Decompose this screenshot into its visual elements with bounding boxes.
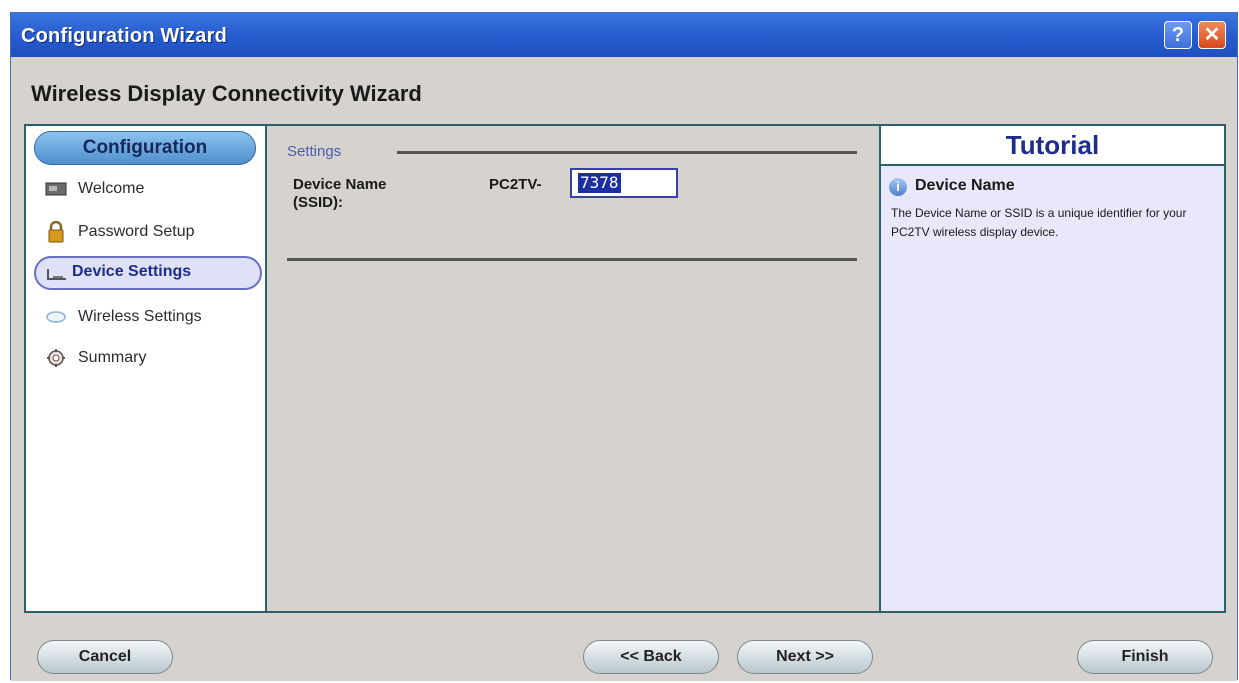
cancel-button[interactable]: Cancel (37, 640, 173, 674)
device-icon (46, 266, 68, 282)
lock-icon (44, 221, 68, 243)
sidebar-item-wireless-settings[interactable]: Wireless Settings (44, 304, 202, 330)
device-name-label: Device Name (SSID): (293, 176, 386, 212)
page-title: Wireless Display Connectivity Wizard (31, 81, 422, 106)
wizard-content: Configuration Welcome Password Setup Dev… (24, 124, 1226, 613)
gear-icon (44, 347, 68, 369)
wizard-footer: Cancel << Back Next >> Finish (11, 623, 1237, 681)
divider (397, 151, 857, 154)
device-name-label-text: Device Name (293, 176, 387, 193)
device-name-value: 7378 (578, 173, 621, 193)
next-button[interactable]: Next >> (737, 640, 873, 674)
close-button[interactable]: ✕ (1198, 21, 1226, 49)
device-name-sublabel: (SSID): (293, 194, 343, 211)
ssid-prefix: PC2TV- (489, 176, 542, 193)
window-title: Configuration Wizard (21, 25, 228, 47)
sidebar-item-label: Summary (78, 349, 147, 366)
divider (287, 258, 857, 261)
sidebar-item-welcome[interactable]: Welcome (44, 176, 144, 202)
tutorial-panel: Tutorial i Device Name The Device Name o… (879, 126, 1224, 611)
sidebar-item-label: Device Settings (72, 263, 192, 280)
info-icon: i (889, 178, 907, 196)
sidebar: Configuration Welcome Password Setup Dev… (26, 126, 267, 611)
back-button[interactable]: << Back (583, 640, 719, 674)
wireless-icon (44, 306, 68, 328)
sidebar-item-label: Welcome (78, 180, 145, 197)
sidebar-item-label: Wireless Settings (78, 308, 202, 325)
title-bar: Configuration Wizard ? ✕ (11, 13, 1237, 57)
settings-panel: Settings Device Name (SSID): PC2TV- 7378 (267, 126, 879, 611)
sidebar-item-password-setup[interactable]: Password Setup (44, 219, 195, 245)
sidebar-section-header: Configuration (34, 131, 256, 165)
finish-button[interactable]: Finish (1077, 640, 1213, 674)
wizard-window: Configuration Wizard ? ✕ Wireless Displa… (10, 12, 1238, 681)
tutorial-heading: Tutorial (881, 126, 1224, 166)
sidebar-item-summary[interactable]: Summary (44, 345, 146, 371)
monitor-icon (44, 178, 68, 200)
device-name-input[interactable]: 7378 (570, 168, 678, 198)
help-button[interactable]: ? (1164, 21, 1192, 49)
tutorial-title: Device Name (915, 177, 1015, 194)
sidebar-item-label: Password Setup (78, 223, 195, 240)
wizard-header: Wireless Display Connectivity Wizard (11, 57, 1237, 123)
settings-group-label: Settings (287, 143, 342, 160)
tutorial-body: The Device Name or SSID is a unique iden… (891, 206, 1187, 239)
